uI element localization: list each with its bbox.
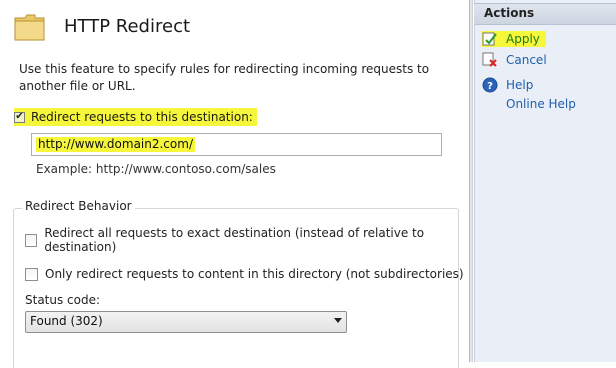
page-description: Use this feature to specify rules for re… [19,62,430,93]
directory-only-option[interactable]: Only redirect requests to content in thi… [25,265,464,283]
status-code-value: Found (302) [30,314,103,328]
pane-splitter[interactable] [469,0,473,362]
chevron-down-icon[interactable] [334,318,342,323]
help-label: Help [506,78,534,92]
exact-destination-checkbox[interactable] [25,233,38,247]
page-title: HTTP Redirect [64,16,191,37]
svg-text:?: ? [487,81,493,92]
folder-icon [14,14,45,41]
cancel-label: Cancel [506,53,547,67]
online-help-label: Online Help [506,97,576,111]
destination-example: Example: http://www.contoso.com/sales [36,162,276,176]
apply-label: Apply [506,32,540,46]
destination-url-value: http://www.domain2.com/ [36,137,195,152]
http-redirect-panel: HTTP Redirect Use this feature to specif… [0,0,474,368]
redirect-destination-checkbox[interactable]: ✔ [14,111,25,123]
cancel-icon [482,52,498,68]
actions-title: Actions [484,6,535,20]
help-action[interactable]: ? Help [482,77,533,93]
cancel-action[interactable]: Cancel [482,52,547,68]
redirect-behavior-title: Redirect Behavior [22,199,135,213]
directory-only-checkbox[interactable] [25,267,38,281]
redirect-destination-label: Redirect requests to this destination: [31,110,253,124]
redirect-destination-checkbox-row[interactable]: ✔ Redirect requests to this destination: [14,108,257,126]
apply-icon [482,31,498,47]
status-code-label: Status code: [25,293,101,307]
exact-destination-label: Redirect all requests to exact destinati… [44,226,425,254]
apply-action[interactable]: Apply [482,31,546,47]
exact-destination-option[interactable]: Redirect all requests to exact destinati… [25,226,474,254]
help-icon: ? [482,77,498,93]
directory-only-label: Only redirect requests to content in thi… [45,267,464,281]
online-help-action[interactable]: Online Help [506,97,576,111]
